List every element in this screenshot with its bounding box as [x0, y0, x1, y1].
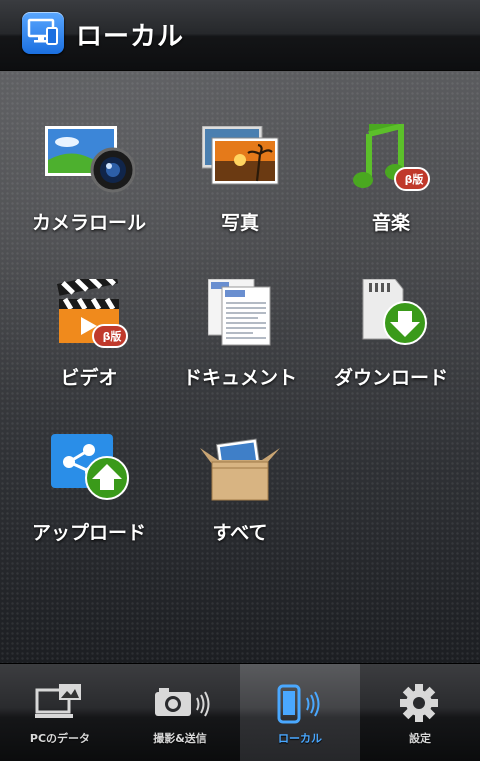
- menu-item-camera-roll[interactable]: カメラロール: [9, 124, 169, 264]
- menu-item-all[interactable]: すべて: [160, 434, 320, 574]
- beta-badge: β版: [404, 173, 424, 186]
- menu-item-documents[interactable]: ドキュメント: [160, 279, 320, 419]
- tab-local[interactable]: ローカル: [240, 664, 360, 761]
- monitor-phone-icon: [22, 12, 64, 54]
- download-icon: [351, 279, 431, 359]
- tab-label: ローカル: [278, 732, 322, 745]
- camera-roll-icon: [45, 124, 135, 204]
- menu-label: すべて: [212, 522, 268, 544]
- menu-item-photos[interactable]: 写真: [160, 124, 320, 264]
- photos-icon: [200, 124, 280, 204]
- music-note-icon: β版: [351, 124, 431, 204]
- tab-label: 設定: [409, 732, 431, 745]
- tab-pc-data[interactable]: PCのデータ: [0, 664, 120, 761]
- pc-data-icon: [35, 682, 87, 726]
- box-icon: [200, 434, 280, 514]
- page-title: ローカル: [76, 22, 185, 52]
- upload-share-icon: [49, 434, 129, 514]
- tab-bar: PCのデータ 撮影&送信 ローカル 設定: [0, 663, 480, 761]
- menu-item-download[interactable]: ダウンロード: [311, 279, 471, 419]
- video-clapper-icon: β版: [49, 279, 129, 359]
- header-bar: ローカル: [0, 0, 480, 71]
- beta-badge: β版: [102, 330, 122, 343]
- menu-label: ダウンロード: [333, 367, 448, 389]
- tab-camera-send[interactable]: 撮影&送信: [120, 664, 240, 761]
- tab-label: 撮影&送信: [153, 732, 207, 745]
- gear-icon: [395, 682, 447, 726]
- local-menu-grid: カメラロール 写真 β版 音楽 β版 ビデオ ドキュメント ダウンロード アップ…: [0, 71, 480, 663]
- menu-item-video[interactable]: β版 ビデオ: [9, 279, 169, 419]
- camera-send-icon: [155, 682, 210, 726]
- tab-label: PCのデータ: [29, 732, 91, 745]
- menu-label: 音楽: [371, 212, 410, 234]
- document-icon: [200, 279, 280, 359]
- menu-item-upload[interactable]: アップロード: [9, 434, 169, 574]
- tab-settings[interactable]: 設定: [360, 664, 480, 761]
- menu-item-music[interactable]: β版 音楽: [311, 124, 471, 264]
- phone-local-icon: [275, 682, 327, 726]
